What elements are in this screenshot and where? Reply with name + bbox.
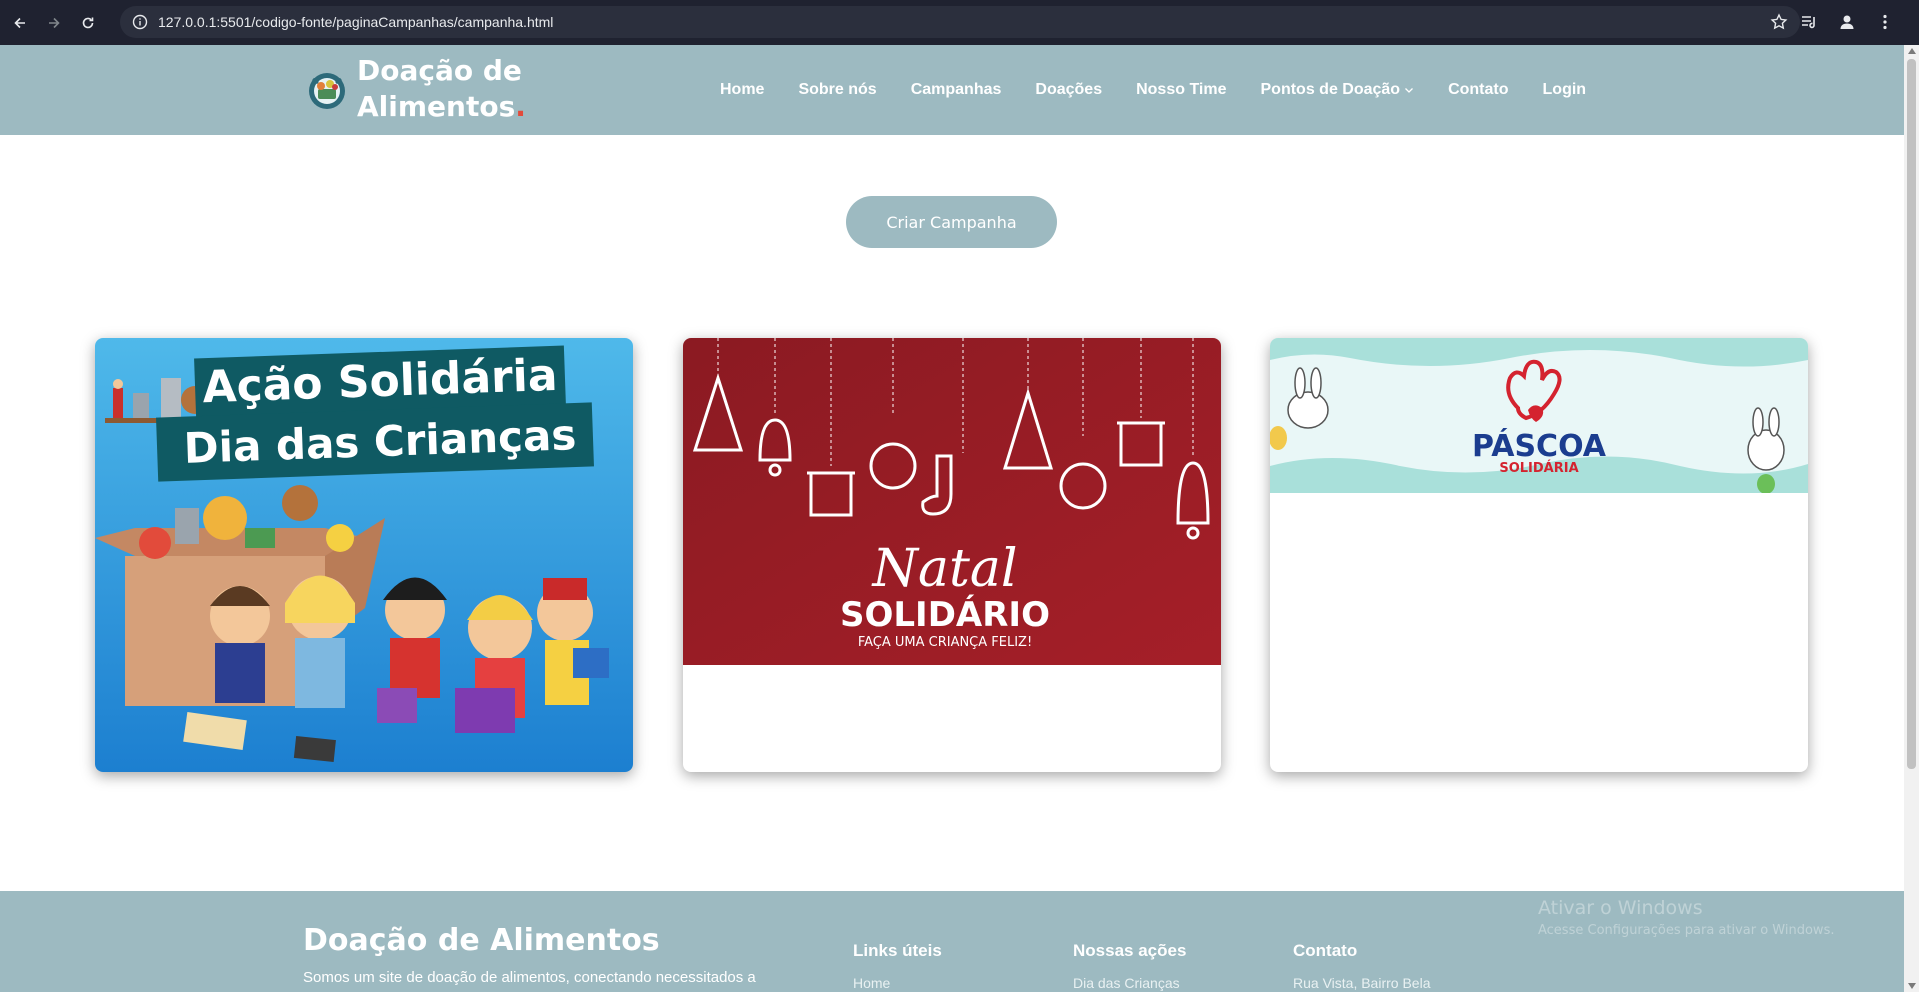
card3-title: PÁSCOA	[1472, 428, 1607, 464]
chevron-down-icon	[1405, 88, 1414, 93]
footer-contact-column: Contato Rua Vista, Bairro Bela	[1293, 941, 1430, 991]
campaign-card-natal-solidario[interactable]: Natal SOLIDÁRIO FAÇA UMA CRIANÇA FELIZ!	[683, 338, 1221, 772]
site-header: Doação de Alimentos. Home Sobre nós Camp…	[0, 45, 1904, 135]
campaign-card-dia-das-criancas[interactable]: Ação Solidária Dia das Crianças	[95, 338, 633, 772]
menu-kebab-icon[interactable]	[1871, 6, 1899, 38]
scroll-up-arrow-icon[interactable]	[1908, 48, 1916, 54]
nav-login[interactable]: Login	[1543, 81, 1587, 99]
nav-contato[interactable]: Contato	[1448, 81, 1508, 99]
site-footer: Doação de Alimentos Somos um site de doa…	[0, 891, 1904, 992]
logo-text-line1: Doação de	[357, 54, 522, 87]
site-info-icon[interactable]	[132, 14, 148, 30]
nav-doacoes[interactable]: Doações	[1035, 81, 1102, 99]
footer-description: Somos um site de doação de alimentos, co…	[303, 969, 756, 986]
bookmark-star-icon[interactable]	[1770, 13, 1788, 31]
forward-icon[interactable]	[40, 9, 68, 37]
nav-home[interactable]: Home	[720, 81, 764, 99]
footer-title: Doação de Alimentos	[303, 923, 660, 958]
footer-actions-column: Nossas ações Dia das Crianças	[1073, 941, 1186, 991]
address-bar[interactable]: 127.0.0.1:5501/codigo-fonte/paginaCampan…	[120, 6, 1800, 38]
profile-icon[interactable]	[1833, 6, 1861, 38]
site-logo[interactable]: Doação de Alimentos.	[305, 53, 526, 125]
page-scrollbar[interactable]	[1904, 45, 1919, 992]
card2-title: SOLIDÁRIO	[840, 594, 1050, 635]
watermark-title: Ativar o Windows	[1538, 897, 1703, 919]
logo-text-line2: Alimentos	[357, 90, 516, 123]
pascoa-solidaria-image: PÁSCOA SOLIDÁRIA	[1270, 338, 1808, 493]
main-nav: Home Sobre nós Campanhas Doações Nosso T…	[720, 45, 1620, 135]
footer-action-dia-das-criancas[interactable]: Dia das Crianças	[1073, 975, 1186, 991]
criar-campanha-button[interactable]: Criar Campanha	[846, 196, 1057, 248]
nav-nosso-time[interactable]: Nosso Time	[1136, 81, 1226, 99]
card2-subtitle: FAÇA UMA CRIANÇA FELIZ!	[858, 635, 1032, 650]
browser-toolbar: 127.0.0.1:5501/codigo-fonte/paginaCampan…	[0, 0, 1919, 45]
campaign-card-pascoa-solidaria[interactable]: PÁSCOA SOLIDÁRIA	[1270, 338, 1808, 772]
card3-subtitle: SOLIDÁRIA	[1499, 460, 1578, 476]
windows-activation-watermark: Ativar o Windows Acesse Configurações pa…	[1538, 897, 1834, 938]
scroll-down-arrow-icon[interactable]	[1908, 983, 1916, 989]
nav-pontos-de-doacao[interactable]: Pontos de Doação	[1261, 81, 1415, 99]
scrollbar-thumb[interactable]	[1907, 59, 1916, 769]
footer-contact-title: Contato	[1293, 941, 1358, 960]
watermark-text: Acesse Configurações para ativar o Windo…	[1538, 923, 1835, 938]
card2-script: Natal	[870, 539, 1017, 599]
logo-dot: .	[515, 90, 526, 123]
nav-pontos-label: Pontos de Doação	[1260, 81, 1401, 98]
food-donation-logo-icon	[309, 73, 345, 109]
natal-solidario-image: Natal SOLIDÁRIO FAÇA UMA CRIANÇA FELIZ!	[683, 338, 1221, 665]
footer-links-column: Links úteis Home	[853, 941, 942, 991]
footer-contact-address: Rua Vista, Bairro Bela	[1293, 975, 1431, 991]
back-icon[interactable]	[6, 9, 34, 37]
footer-link-home[interactable]: Home	[853, 975, 942, 991]
url-text: 127.0.0.1:5501/codigo-fonte/paginaCampan…	[158, 14, 554, 30]
reload-icon[interactable]	[74, 9, 102, 37]
footer-links-title: Links úteis	[853, 941, 942, 960]
dia-das-criancas-image: Ação Solidária Dia das Crianças	[95, 338, 633, 772]
footer-actions-title: Nossas ações	[1073, 941, 1187, 960]
nav-campanhas[interactable]: Campanhas	[911, 81, 1002, 99]
nav-sobre-nos[interactable]: Sobre nós	[798, 81, 876, 99]
media-control-icon[interactable]	[1795, 6, 1823, 38]
